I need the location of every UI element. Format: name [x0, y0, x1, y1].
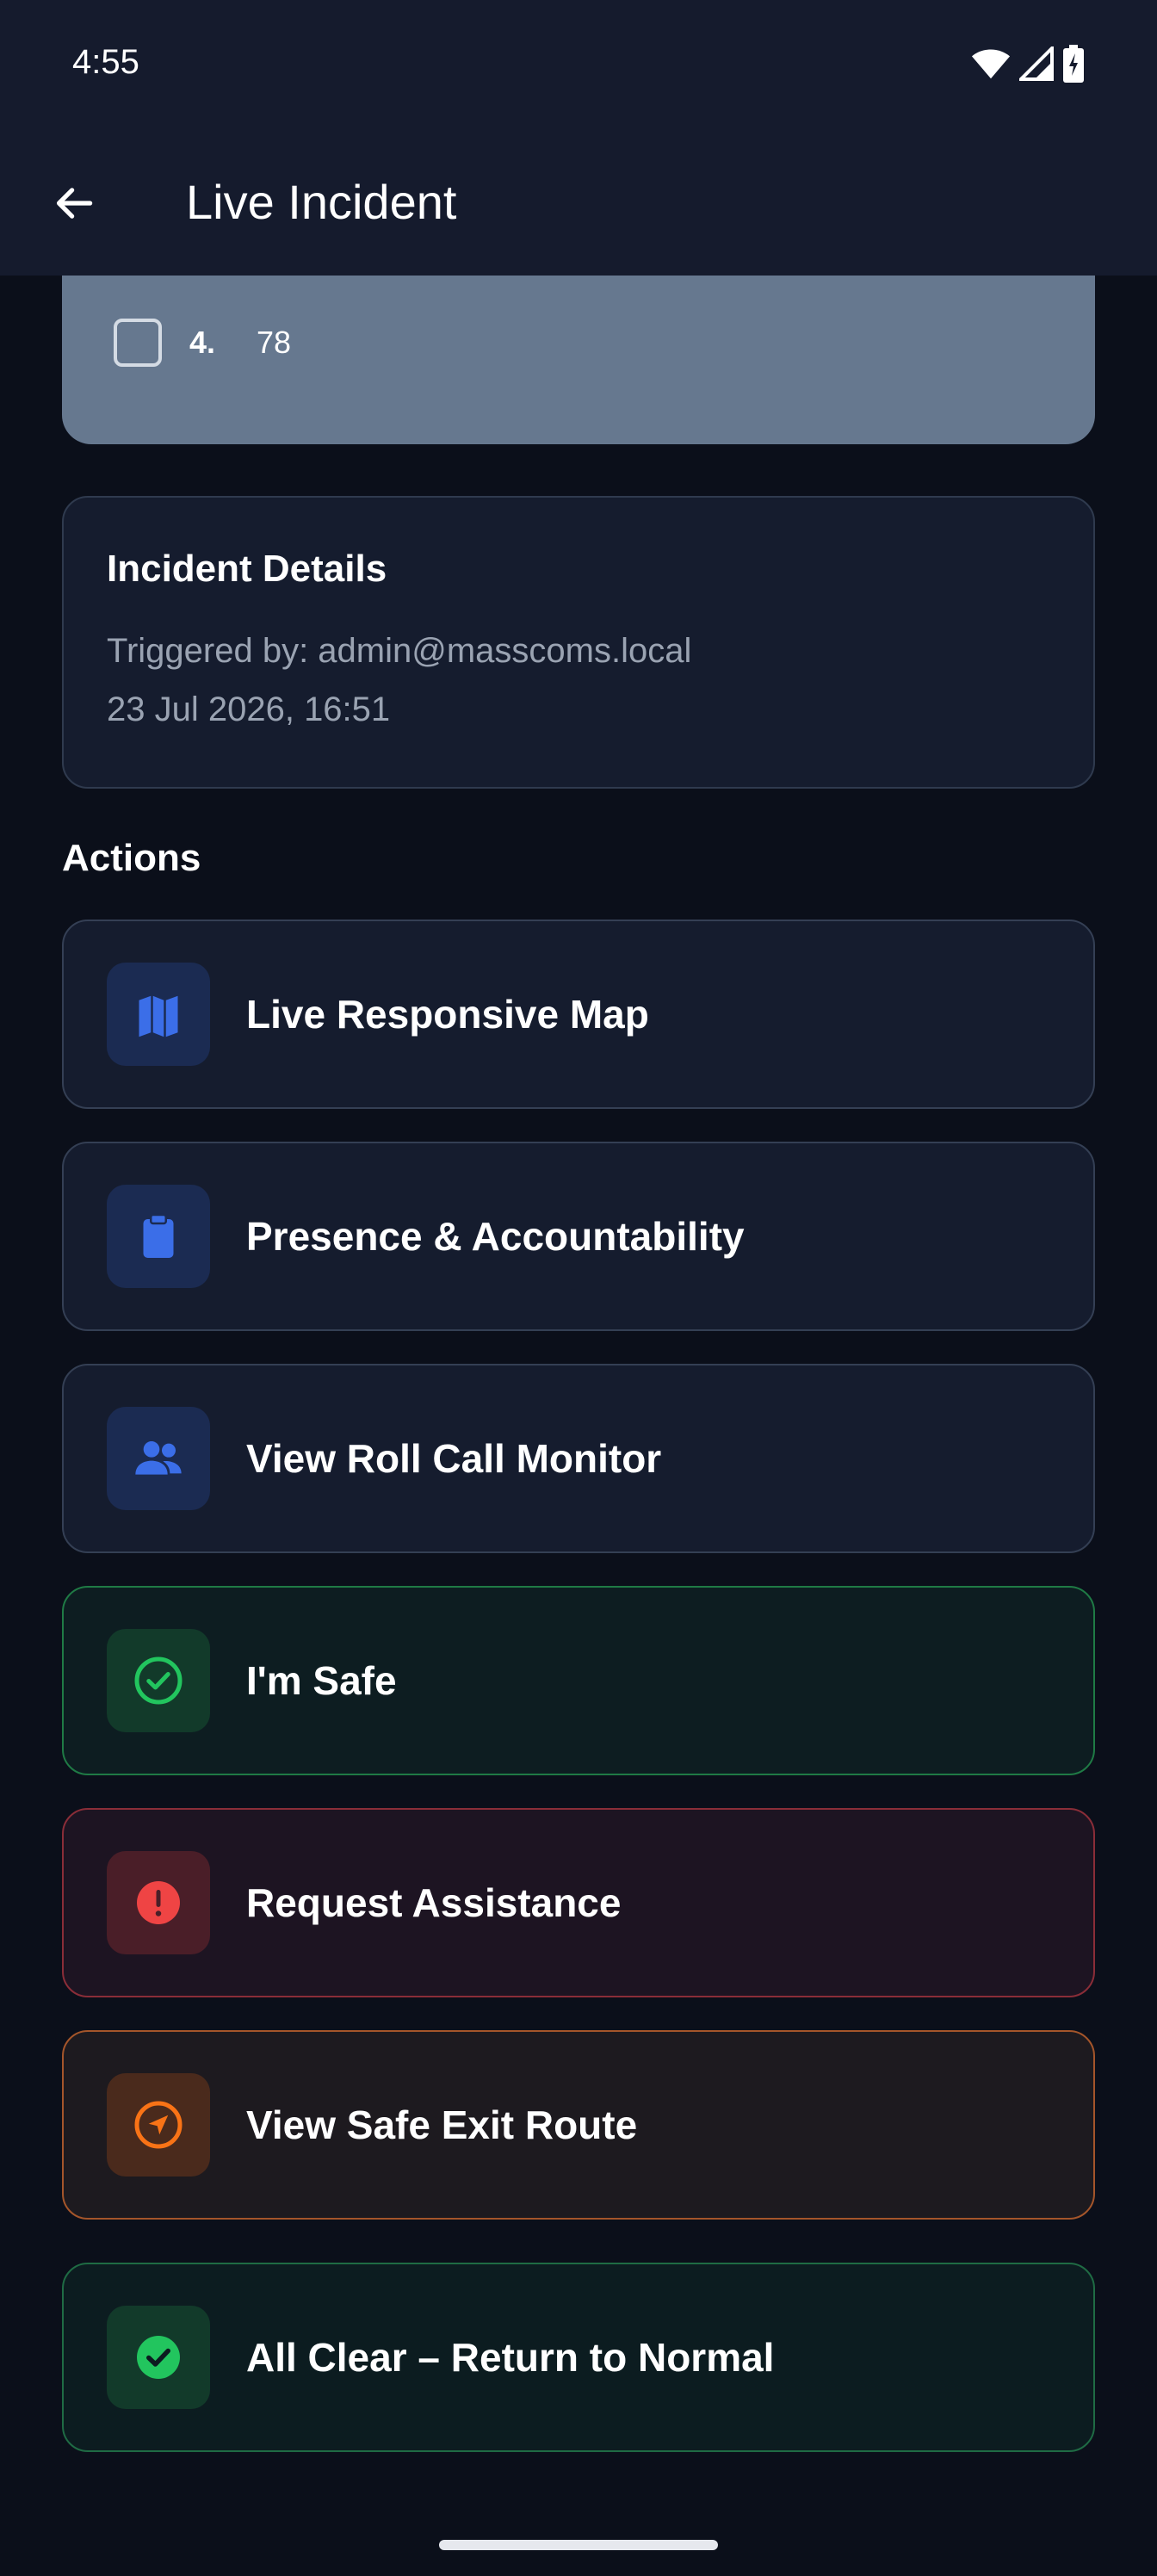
- wifi-icon: [971, 49, 1011, 79]
- action-label: Live Responsive Map: [246, 992, 649, 1037]
- action-label: All Clear – Return to Normal: [246, 2335, 775, 2380]
- incident-details-title: Incident Details: [107, 548, 387, 590]
- status-icons: [971, 45, 1085, 83]
- roll-call-monitor-button[interactable]: View Roll Call Monitor: [62, 1364, 1095, 1553]
- home-indicator[interactable]: [439, 2540, 718, 2550]
- request-assistance-button[interactable]: Request Assistance: [62, 1808, 1095, 1997]
- all-clear-button[interactable]: All Clear – Return to Normal: [62, 2263, 1095, 2452]
- incident-timestamp: 23 Jul 2026, 16:51: [107, 690, 391, 728]
- check-circle-outline-icon: [107, 1629, 210, 1732]
- triggered-by-text: Triggered by: admin@masscoms.local: [107, 632, 692, 670]
- arrow-left-icon: [56, 188, 93, 219]
- back-button[interactable]: [43, 172, 105, 234]
- alert-circle-icon: [107, 1851, 210, 1954]
- scroll-content[interactable]: 4. 78 Incident Details Triggered by: adm…: [0, 0, 1157, 2576]
- action-label: View Roll Call Monitor: [246, 1436, 662, 1481]
- action-label: Request Assistance: [246, 1880, 622, 1925]
- checklist-number: 4.: [189, 325, 216, 360]
- checkbox[interactable]: [114, 319, 162, 367]
- check-circle-filled-icon: [107, 2306, 210, 2409]
- checklist-text: 78: [257, 325, 292, 360]
- signal-icon: [1019, 46, 1054, 81]
- im-safe-button[interactable]: I'm Safe: [62, 1586, 1095, 1775]
- incident-details-card: Incident Details Triggered by: admin@mas…: [62, 496, 1095, 789]
- app-bar: 4:55 Live Incident: [0, 0, 1157, 276]
- presence-accountability-button[interactable]: Presence & Accountability: [62, 1142, 1095, 1331]
- map-icon: [107, 963, 210, 1066]
- status-time: 4:55: [72, 43, 139, 81]
- safe-exit-route-button[interactable]: View Safe Exit Route: [62, 2030, 1095, 2220]
- battery-charging-icon: [1063, 45, 1084, 83]
- checklist-row[interactable]: 4. 78: [114, 319, 291, 367]
- action-label: Presence & Accountability: [246, 1214, 745, 1259]
- action-label: View Safe Exit Route: [246, 2102, 638, 2147]
- clipboard-icon: [107, 1185, 210, 1288]
- action-label: I'm Safe: [246, 1658, 397, 1703]
- page-title: Live Incident: [186, 175, 457, 229]
- people-icon: [107, 1407, 210, 1510]
- live-responsive-map-button[interactable]: Live Responsive Map: [62, 920, 1095, 1109]
- actions-heading: Actions: [62, 837, 201, 879]
- navigation-arrow-icon: [107, 2073, 210, 2177]
